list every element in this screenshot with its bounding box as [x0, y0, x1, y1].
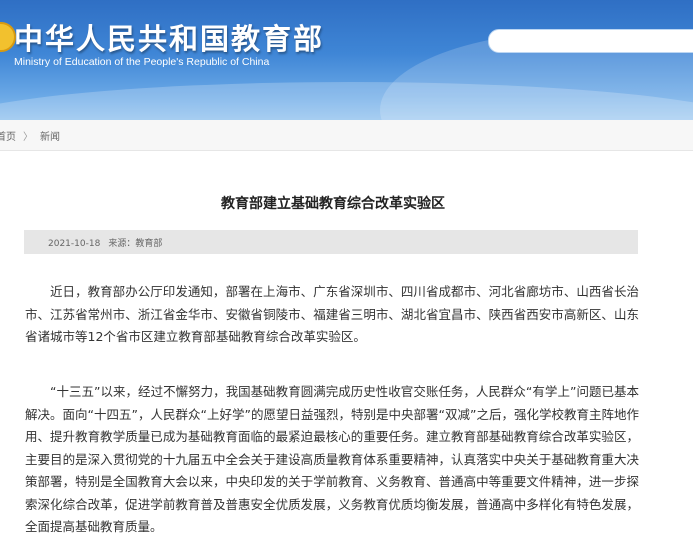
breadcrumb-home-link[interactable]: 首页 — [0, 132, 16, 143]
article-source: 来源：教育部 — [108, 239, 163, 249]
article-title: 教育部建立基础教育综合改革实验区 — [221, 196, 445, 212]
article-meta: 2021-10-18 来源：教育部 — [48, 236, 162, 249]
site-title[interactable]: 中华人民共和国教育部 — [14, 16, 324, 58]
site-subtitle: Ministry of Education of the People's Re… — [14, 56, 270, 68]
article-paragraph: “十三五”以来，经过不懈努力，我国基础教育圆满完成历史性收官交账任务，人民群众“… — [25, 384, 639, 534]
publish-date: 2021-10-18 — [48, 239, 101, 249]
breadcrumb-bar: 首页〉新闻 — [0, 120, 693, 151]
article-meta-bar: 2021-10-18 来源：教育部 — [24, 230, 638, 254]
search-input[interactable] — [488, 29, 693, 53]
breadcrumb: 首页〉新闻 — [0, 128, 60, 143]
breadcrumb-separator-icon: 〉 — [23, 132, 33, 143]
article-paragraph: 近日，教育部办公厅印发通知，部署在上海市、广东省深圳市、四川省成都市、河北省廊坊… — [25, 284, 639, 344]
site-header: 中华人民共和国教育部 Ministry of Education of the … — [0, 0, 693, 120]
breadcrumb-news-link[interactable]: 新闻 — [40, 132, 60, 143]
